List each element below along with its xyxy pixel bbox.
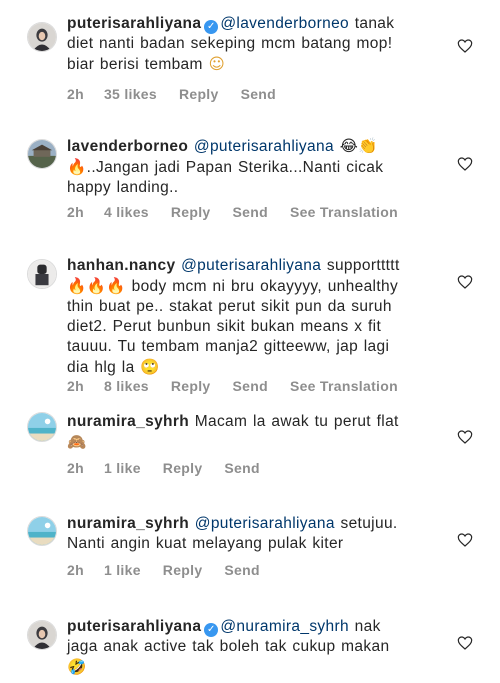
heart-icon[interactable] [457,38,473,54]
comment-text: hanhan.nancy @puterisarahliyana supportt… [67,257,400,376]
comment-text: puterisarahliyana ✓ @lavenderborneo tanak … [67,15,395,73]
mention-link[interactable]: @lavenderborneo [220,15,349,32]
reply-button[interactable]: Reply [163,460,203,476]
likes-count[interactable]: 8 likes [104,378,149,394]
comments-list: puterisarahliyana ✓ @lavenderborneo tanak … [0,0,500,683]
comment-username[interactable]: puterisarahliyana [67,15,201,32]
send-button[interactable]: Send [224,460,259,476]
comment-meta: 2h 4 likes Reply Send See Translation [67,204,420,220]
verified-badge-icon: ✓ [204,623,219,637]
heart-icon[interactable] [457,635,473,651]
comment-meta: 2h 1 like Reply Send [67,562,282,578]
see-translation-button[interactable]: See Translation [290,378,398,394]
comment-username[interactable]: hanhan.nancy [67,257,175,274]
comment-text: puterisarahliyana ✓ @nuramira_syhrh nak ja… [67,618,390,676]
comment-text: nuramira_syhrh @puterisarahliyana setuju… [67,515,398,552]
fire-emoji: 🔥🔥🔥 [67,277,126,295]
see-translation-button[interactable]: See Translation [290,204,398,220]
mention-link[interactable]: @puterisarahliyana [195,515,335,532]
send-button[interactable]: Send [233,204,268,220]
comment-meta: 2h 8 likes Reply Send See Translation [67,378,420,394]
reply-button[interactable]: Reply [171,378,211,394]
heart-icon[interactable] [457,156,473,172]
avatar[interactable] [27,412,57,442]
smile-emoji: ☺ [208,55,225,73]
comment-username[interactable]: nuramira_syhrh [67,413,189,430]
avatar[interactable] [27,620,57,650]
likes-count[interactable]: 35 likes [104,86,157,102]
reply-button[interactable]: Reply [163,562,203,578]
reply-button[interactable]: Reply [171,204,211,220]
timestamp: 2h [67,460,84,476]
likes-count[interactable]: 1 like [104,562,141,578]
avatar[interactable] [27,516,57,546]
verified-badge-icon: ✓ [204,20,219,34]
eye-roll-emoji: 🙄 [140,358,160,376]
comment-username[interactable]: puterisarahliyana [67,618,201,635]
likes-count[interactable]: 1 like [104,460,141,476]
laugh-clap-emoji: 😂👏 [339,137,378,155]
avatar[interactable] [27,259,57,289]
heart-icon[interactable] [457,532,473,548]
comment-username[interactable]: nuramira_syhrh [67,515,189,532]
comment-text: lavenderborneo @puterisarahliyana 😂👏 🔥..… [67,137,384,196]
mention-link[interactable]: @puterisarahliyana [181,257,321,274]
heart-icon[interactable] [457,274,473,290]
timestamp: 2h [67,204,84,220]
heart-icon[interactable] [457,429,473,445]
avatar[interactable] [27,139,57,169]
mention-link[interactable]: @puterisarahliyana [194,138,334,155]
send-button[interactable]: Send [224,562,259,578]
send-button[interactable]: Send [233,378,268,394]
comment-text: nuramira_syhrh Macam la awak tu perut fl… [67,413,399,451]
timestamp: 2h [67,562,84,578]
likes-count[interactable]: 4 likes [104,204,149,220]
mention-link[interactable]: @nuramira_syhrh [220,618,349,635]
comment-username[interactable]: lavenderborneo [67,138,188,155]
comment-meta: 2h 1 like Reply Send [67,460,282,476]
see-no-evil-monkey-emoji: 🙈 [67,433,87,451]
send-button[interactable]: Send [241,86,276,102]
fire-emoji: 🔥 [67,158,87,176]
timestamp: 2h [67,378,84,394]
reply-button[interactable]: Reply [179,86,219,102]
comment-meta: 2h 35 likes Reply Send [67,86,298,102]
timestamp: 2h [67,86,84,102]
rofl-emoji: 🤣 [67,658,87,676]
avatar[interactable] [27,22,57,52]
